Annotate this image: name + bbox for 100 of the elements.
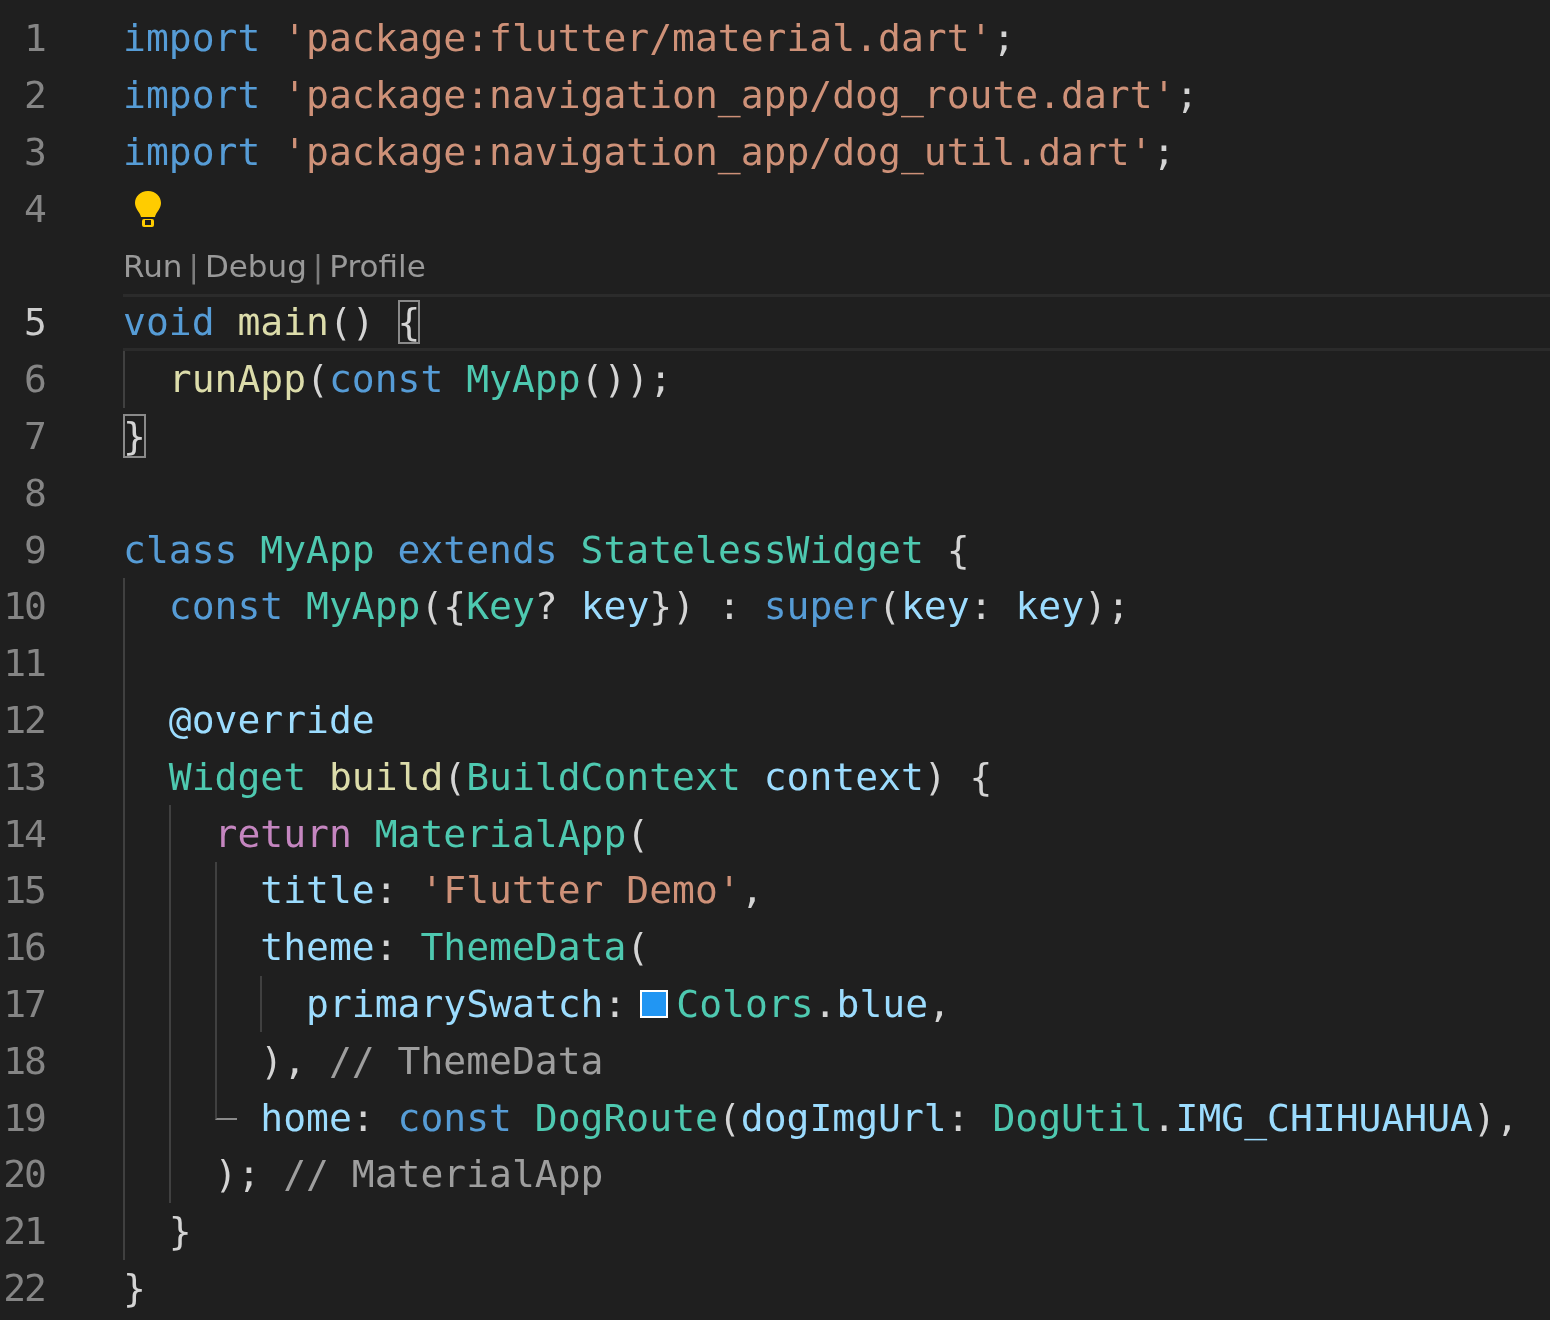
color-swatch[interactable] bbox=[640, 989, 669, 1018]
keyword: const bbox=[328, 357, 444, 402]
keyword: super bbox=[763, 584, 879, 629]
punctuation: : bbox=[351, 1095, 375, 1140]
function-name: build bbox=[328, 754, 444, 799]
punctuation: { bbox=[946, 527, 970, 572]
closing-label-comment: // ThemeData bbox=[328, 1038, 604, 1083]
type-name: Key bbox=[466, 584, 535, 629]
type-name: MyApp bbox=[260, 527, 375, 572]
punctuation: ; bbox=[992, 16, 1016, 61]
identifier: @override bbox=[168, 697, 375, 742]
punctuation: ( bbox=[878, 584, 901, 629]
punctuation: ; bbox=[1152, 130, 1176, 174]
type-name: DogRoute bbox=[534, 1095, 718, 1140]
codelens-link[interactable]: Debug bbox=[204, 247, 307, 284]
type-name: MyApp bbox=[466, 357, 581, 402]
line-number: 19 bbox=[2, 1095, 45, 1140]
identifier: primarySwatch bbox=[306, 981, 604, 1026]
punctuation: ), bbox=[260, 1038, 307, 1083]
type-name: ThemeData bbox=[420, 925, 627, 970]
punctuation: ( bbox=[306, 357, 329, 402]
codelens-separator: | bbox=[312, 247, 324, 284]
keyword: const bbox=[397, 1095, 512, 1140]
punctuation: : bbox=[374, 868, 398, 913]
line-number: 4 bbox=[23, 186, 45, 231]
punctuation: : bbox=[374, 925, 398, 970]
punctuation: ( bbox=[717, 1095, 741, 1140]
type-name: Colors bbox=[676, 981, 814, 1026]
type-name: StatelessWidget bbox=[580, 527, 924, 572]
punctuation: } bbox=[168, 1209, 192, 1254]
line-number: 7 bbox=[23, 413, 45, 458]
type-name: BuildContext bbox=[466, 754, 741, 799]
type-name: Widget bbox=[168, 754, 307, 799]
matched-bracket: { bbox=[397, 300, 421, 345]
line-number: 14 bbox=[2, 811, 45, 856]
type-name: MyApp bbox=[306, 584, 421, 629]
punctuation: , bbox=[928, 981, 951, 1026]
punctuation: ), bbox=[1472, 1095, 1519, 1140]
punctuation: ({ bbox=[420, 584, 467, 629]
function-name: runApp bbox=[168, 357, 307, 402]
punctuation: () bbox=[328, 300, 375, 345]
line-number: 5 bbox=[23, 300, 45, 345]
line-number: 20 bbox=[2, 1152, 45, 1197]
line-number: 3 bbox=[23, 130, 45, 174]
codelens-link[interactable]: Profile bbox=[329, 247, 426, 284]
punctuation: ? bbox=[534, 584, 558, 629]
line-number: 15 bbox=[2, 868, 45, 913]
keyword: import bbox=[123, 16, 261, 61]
line-number: 8 bbox=[23, 470, 45, 515]
control-keyword: return bbox=[214, 811, 352, 856]
punctuation: ( bbox=[626, 811, 650, 856]
line-number: 6 bbox=[23, 357, 45, 402]
keyword: extends bbox=[397, 527, 558, 572]
punctuation: , bbox=[740, 868, 764, 913]
punctuation: : bbox=[603, 981, 627, 1026]
punctuation: ); bbox=[1084, 584, 1130, 629]
punctuation: . bbox=[1152, 1095, 1176, 1140]
punctuation: ( bbox=[626, 925, 650, 970]
type-name: DogUtil bbox=[992, 1095, 1153, 1140]
punctuation: ; bbox=[1175, 73, 1199, 118]
identifier: title bbox=[260, 868, 375, 913]
keyword: void bbox=[123, 300, 215, 345]
identifier: key bbox=[580, 584, 650, 629]
punctuation: : bbox=[946, 1095, 970, 1140]
punctuation: { bbox=[969, 754, 993, 799]
identifier: home bbox=[260, 1095, 352, 1140]
lightbulb-icon[interactable] bbox=[133, 188, 163, 229]
codelens-link[interactable]: Run bbox=[123, 247, 183, 284]
string-literal: 'Flutter Demo' bbox=[420, 868, 741, 913]
identifier: IMG_CHIHUAHUA bbox=[1175, 1095, 1473, 1140]
line-number: 9 bbox=[23, 527, 45, 572]
matched-bracket: } bbox=[123, 413, 146, 458]
string-literal: 'package:flutter/material.dart' bbox=[283, 16, 993, 61]
closing-label-comment: // MaterialApp bbox=[283, 1152, 604, 1197]
identifier: blue bbox=[836, 981, 929, 1026]
identifier: key bbox=[901, 584, 970, 629]
keyword: import bbox=[123, 73, 261, 118]
function-name: main bbox=[237, 300, 329, 345]
keyword: class bbox=[123, 527, 238, 572]
keyword: import bbox=[123, 130, 261, 174]
punctuation: ( bbox=[443, 754, 467, 799]
punctuation: : bbox=[717, 584, 741, 629]
punctuation: . bbox=[813, 981, 837, 1026]
string-literal: 'package:navigation_app/dog_route.dart' bbox=[283, 73, 1176, 118]
line-number: 10 bbox=[2, 584, 45, 629]
identifier: dogImgUrl bbox=[740, 1095, 947, 1140]
keyword: const bbox=[168, 584, 284, 629]
identifier: key bbox=[1015, 584, 1085, 629]
line-number: 17 bbox=[2, 981, 45, 1026]
line-number: 18 bbox=[2, 1038, 45, 1083]
line-number: 13 bbox=[2, 754, 45, 799]
punctuation: ()); bbox=[580, 357, 673, 402]
punctuation: ) bbox=[923, 754, 947, 799]
punctuation: : bbox=[969, 584, 993, 629]
line-number: 12 bbox=[2, 697, 45, 742]
line-number: 22 bbox=[2, 1265, 45, 1310]
punctuation: }) bbox=[649, 584, 696, 629]
punctuation: } bbox=[123, 1265, 146, 1310]
identifier: theme bbox=[260, 925, 375, 970]
line-number: 11 bbox=[2, 641, 45, 686]
